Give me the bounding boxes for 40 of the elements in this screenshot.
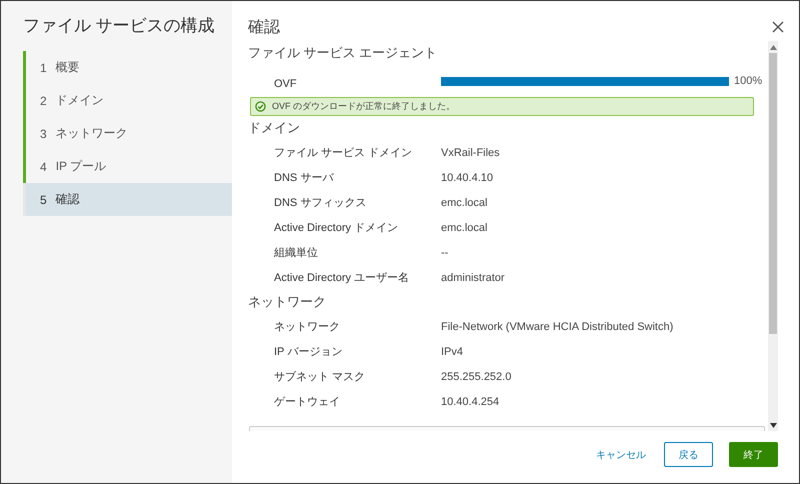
wizard-step[interactable]: 3 ネットワーク xyxy=(23,117,232,150)
section-heading: ネットワーク xyxy=(248,293,327,311)
field-label: 組織単位 xyxy=(273,246,319,260)
alert-text: OVF のダウンロードが正常に終了しました。 xyxy=(272,100,456,113)
section-heading: ドメイン xyxy=(248,119,301,137)
cancel-link[interactable]: キャンセル xyxy=(596,442,646,467)
check-circle-icon xyxy=(255,101,266,112)
wizard-step[interactable]: 2 ドメイン xyxy=(23,84,232,117)
field-label: Active Directory ドメイン xyxy=(273,221,400,235)
page-title: 確認 xyxy=(248,18,280,38)
field-label: DNS サーバ xyxy=(273,171,335,185)
field-label: サブネット マスク xyxy=(273,370,366,384)
field-value: administrator xyxy=(441,272,505,284)
field-value: emc.local xyxy=(441,222,488,234)
field-label: ネットワーク xyxy=(273,320,341,334)
scrollbar[interactable] xyxy=(768,41,778,431)
field-label: ファイル サービス ドメイン xyxy=(273,146,414,160)
field-value: 10.40.4.254 xyxy=(441,396,500,408)
field-value: IPv4 xyxy=(441,346,464,358)
field-value: 255.255.252.0 xyxy=(441,370,512,382)
wizard-button[interactable]: 戻る xyxy=(664,442,713,467)
field-value: File-Network (VMware HCIA Distributed Switch) xyxy=(441,320,674,332)
wizard-step[interactable]: 1 概要 xyxy=(23,51,232,84)
field-label: Active Directory ユーザー名 xyxy=(273,271,410,285)
field-value: emc.local xyxy=(441,196,488,208)
progress-reading: 100% xyxy=(734,75,762,87)
wizard-step[interactable]: 5 確認 xyxy=(23,183,232,216)
field-value: VxRail-Files xyxy=(441,146,500,158)
up-arrow-icon[interactable] xyxy=(770,44,776,50)
field-label: DNS サフィックス xyxy=(273,196,368,210)
field-value: -- xyxy=(441,246,448,258)
down-arrow-icon[interactable] xyxy=(770,422,776,428)
field-label: IP バージョン xyxy=(273,345,344,359)
field-label: ゲートウェイ xyxy=(273,395,341,409)
wizard-title: ファイル サービスの構成 xyxy=(23,15,216,37)
field-value: 10.40.4.10 xyxy=(441,172,493,184)
section-heading: ファイル サービス エージェント xyxy=(248,44,438,62)
wizard-button[interactable]: 終了 xyxy=(729,442,778,467)
row-label: OVF xyxy=(273,77,298,90)
close-icon[interactable] xyxy=(771,20,785,34)
